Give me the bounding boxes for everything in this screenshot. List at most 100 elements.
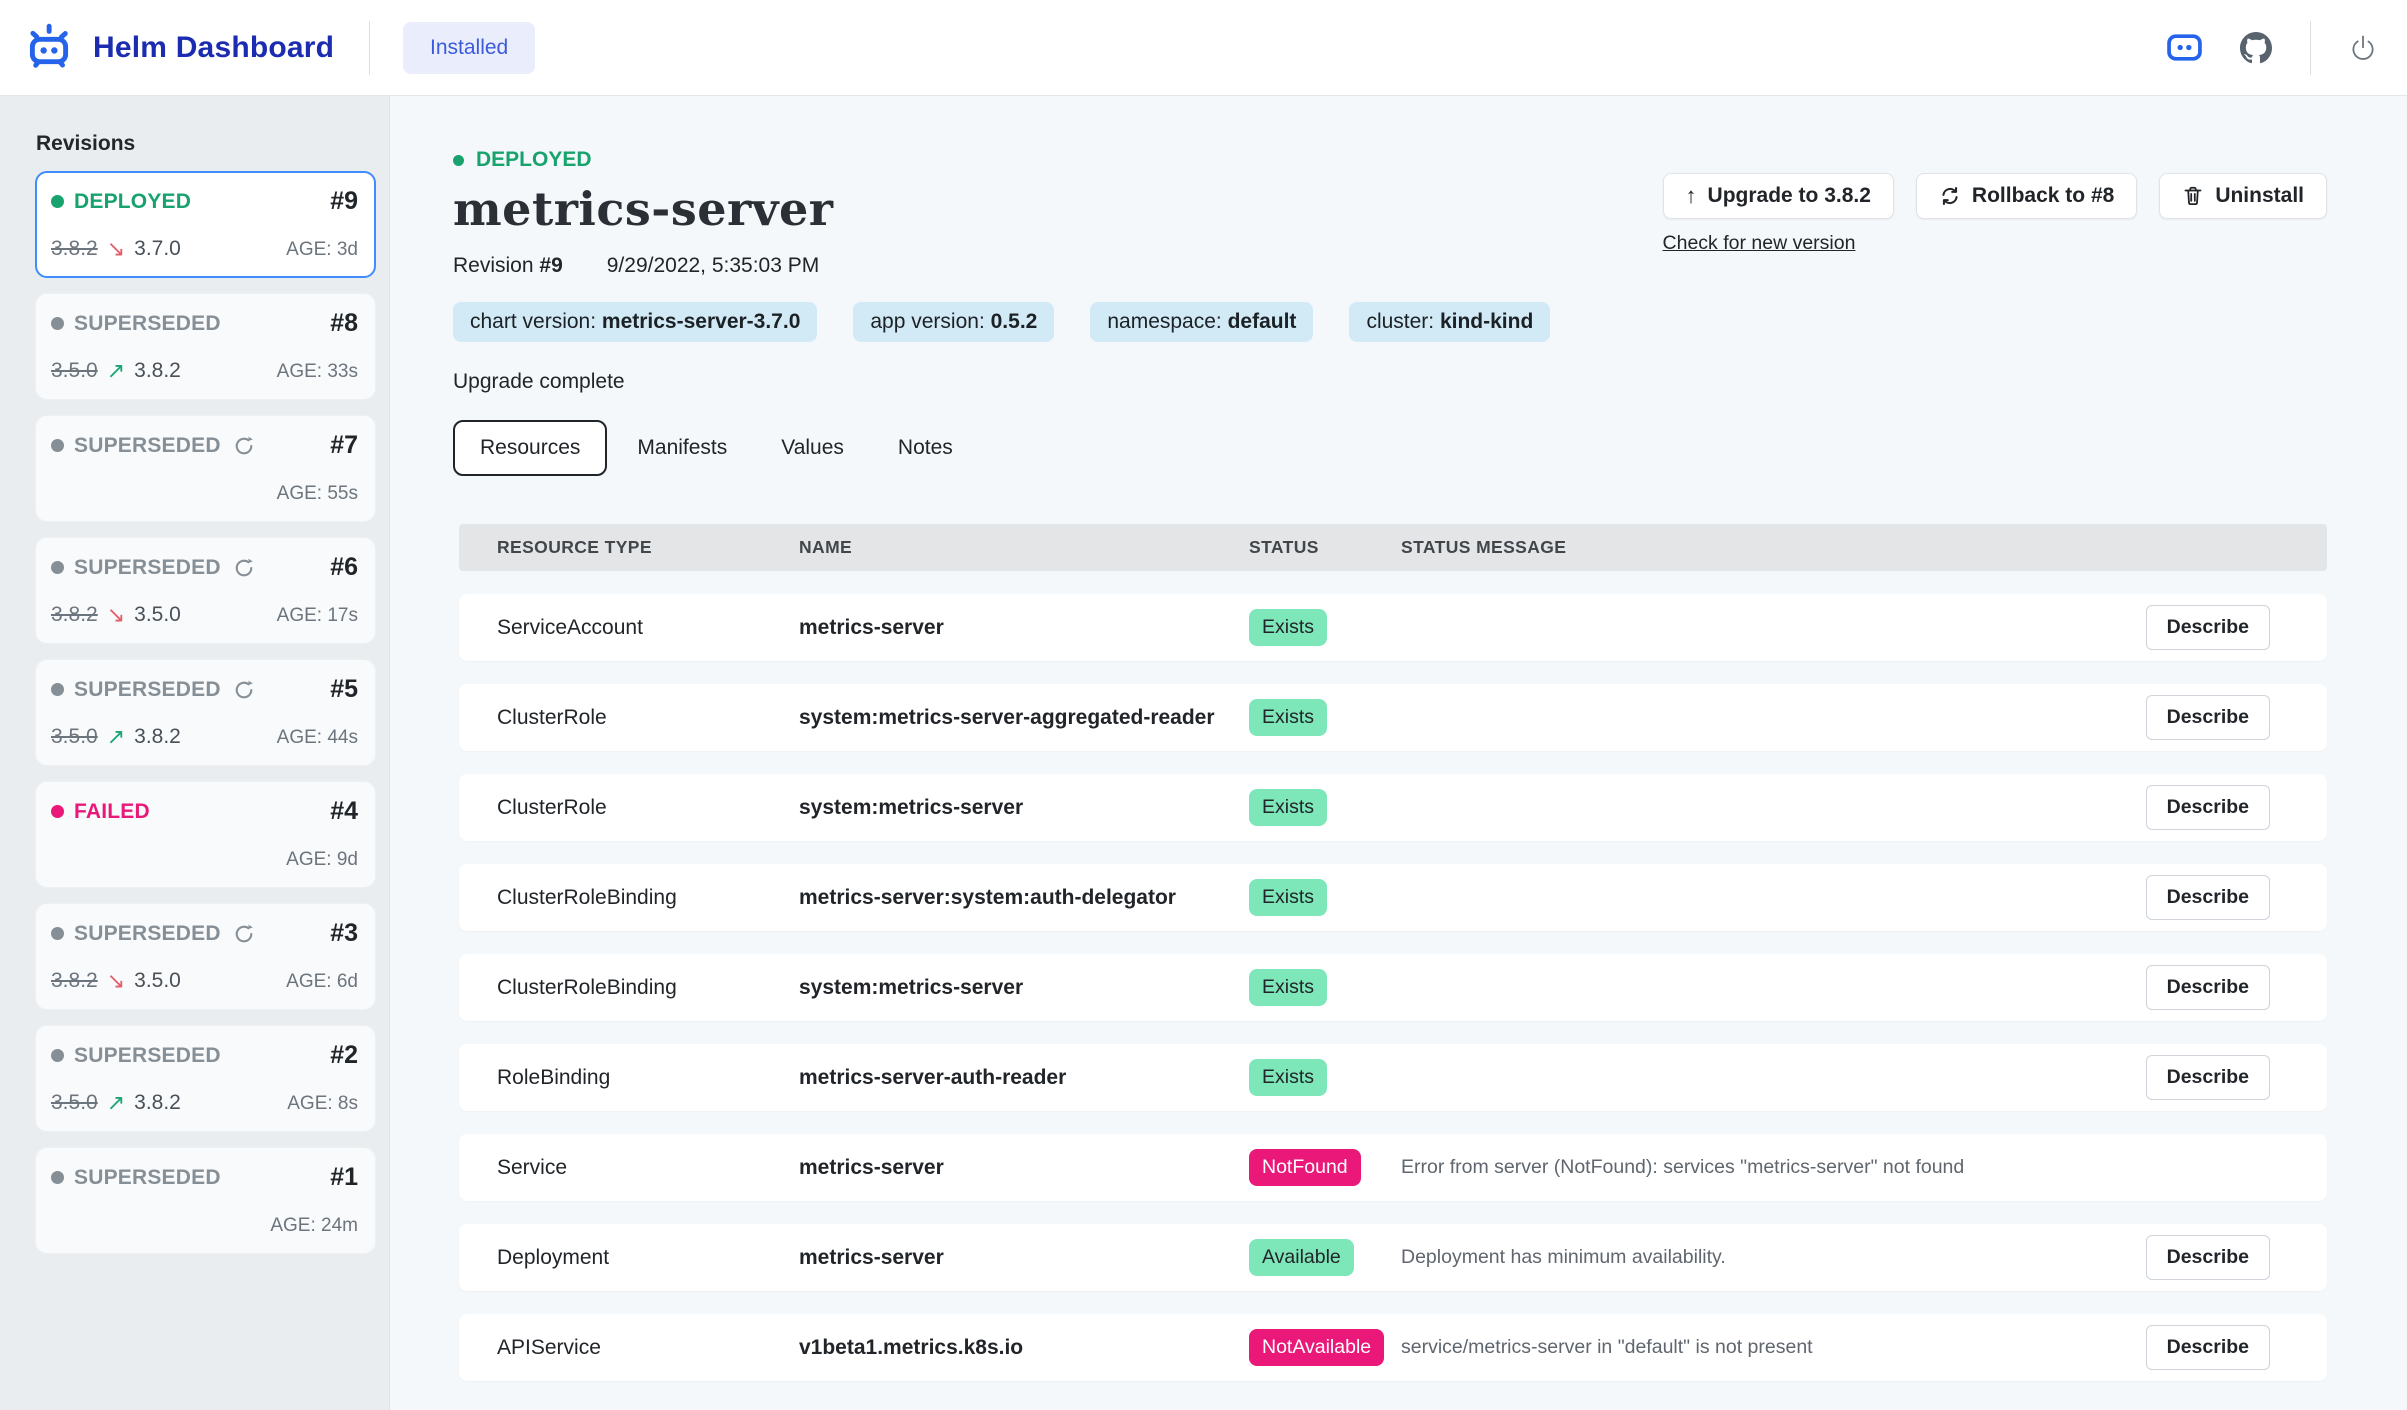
revision-card[interactable]: SUPERSEDED #7 AGE: 55s xyxy=(35,415,376,522)
rollback-button[interactable]: Rollback to #8 xyxy=(1916,173,2137,219)
version-arrow-icon: ↘ xyxy=(107,970,125,992)
resource-name: metrics-server xyxy=(799,1246,1249,1270)
version-change: 3.8.2 ↘ 3.5.0 xyxy=(51,969,181,993)
old-version: 3.5.0 xyxy=(51,359,98,383)
table-row: RoleBinding metrics-server-auth-reader E… xyxy=(459,1044,2327,1111)
revision-age: AGE: 17s xyxy=(277,605,358,627)
resources-table: RESOURCE TYPE NAME STATUS STATUS MESSAGE… xyxy=(459,524,2327,1381)
tab-resources[interactable]: Resources xyxy=(453,420,607,476)
release-info-badge: cluster: kind-kind xyxy=(1349,302,1550,342)
revision-status-dot-icon xyxy=(51,805,64,818)
revision-card[interactable]: SUPERSEDED #5 3.5.0 ↗ 3.8.2 AGE: 44s xyxy=(35,659,376,766)
resource-type: Service xyxy=(459,1156,799,1180)
revision-card[interactable]: SUPERSEDED #8 3.5.0 ↗ 3.8.2 AGE: 33s xyxy=(35,293,376,400)
revision-age: AGE: 44s xyxy=(277,727,358,749)
describe-button[interactable]: Describe xyxy=(2146,965,2270,1010)
release-badges: chart version: metrics-server-3.7.0 app … xyxy=(453,302,2327,342)
table-row: Deployment metrics-server Available Depl… xyxy=(459,1224,2327,1291)
describe-button[interactable]: Describe xyxy=(2146,695,2270,740)
revision-number: #6 xyxy=(330,553,358,582)
reload-icon xyxy=(231,679,255,701)
brand: Helm Dashboard xyxy=(0,19,369,77)
revision-status-label: SUPERSEDED xyxy=(74,312,221,336)
version-change: 3.5.0 ↗ 3.8.2 xyxy=(51,359,181,383)
describe-button[interactable]: Describe xyxy=(2146,875,2270,920)
status-badge: Exists xyxy=(1249,699,1327,736)
release-info-badge: app version: 0.5.2 xyxy=(853,302,1054,342)
revision-number: #7 xyxy=(330,431,358,460)
new-version: 3.8.2 xyxy=(134,725,181,749)
revision-age: AGE: 33s xyxy=(277,361,358,383)
describe-button[interactable]: Describe xyxy=(2146,1235,2270,1280)
revision-card[interactable]: FAILED #4 AGE: 9d xyxy=(35,781,376,888)
header-status-message: STATUS MESSAGE xyxy=(1401,537,2117,558)
release-status-label: DEPLOYED xyxy=(476,148,592,172)
old-version: 3.8.2 xyxy=(51,969,98,993)
version-arrow-icon: ↘ xyxy=(107,238,125,260)
release-status: DEPLOYED xyxy=(453,148,2327,172)
github-icon[interactable] xyxy=(2240,32,2272,64)
header-resource-type: RESOURCE TYPE xyxy=(459,537,799,558)
revision-number: #5 xyxy=(330,675,358,704)
release-actions: ↑ Upgrade to 3.8.2 Rollback to xyxy=(1663,173,2327,255)
old-version: 3.8.2 xyxy=(51,237,98,261)
table-row: Service metrics-server NotFound Error fr… xyxy=(459,1134,2327,1201)
revision-card[interactable]: SUPERSEDED #3 3.8.2 ↘ 3.5.0 AGE: 6d xyxy=(35,903,376,1010)
revision-number: #3 xyxy=(330,919,358,948)
revision-card[interactable]: SUPERSEDED #6 3.8.2 ↘ 3.5.0 AGE: 17s xyxy=(35,537,376,644)
revision-status-label: SUPERSEDED xyxy=(74,434,221,458)
revision-card[interactable]: DEPLOYED #9 3.8.2 ↘ 3.7.0 AGE: 3d xyxy=(35,171,376,278)
status-badge: Exists xyxy=(1249,609,1327,646)
revision-status-dot-icon xyxy=(51,1049,64,1062)
resource-type: ServiceAccount xyxy=(459,616,799,640)
power-icon[interactable] xyxy=(2349,34,2377,62)
tab-values[interactable]: Values xyxy=(754,420,871,476)
new-version: 3.8.2 xyxy=(134,1091,181,1115)
revision-age: AGE: 24m xyxy=(270,1215,358,1237)
new-version: 3.5.0 xyxy=(134,603,181,627)
revision-card[interactable]: SUPERSEDED #2 3.5.0 ↗ 3.8.2 AGE: 8s xyxy=(35,1025,376,1132)
status-badge: Exists xyxy=(1249,1059,1327,1096)
release-info-badge: chart version: metrics-server-3.7.0 xyxy=(453,302,817,342)
revision-status-dot-icon xyxy=(51,561,64,574)
resource-type: ClusterRoleBinding xyxy=(459,886,799,910)
version-change: 3.5.0 ↗ 3.8.2 xyxy=(51,725,181,749)
status-message: service/metrics-server in "default" is n… xyxy=(1401,1336,2117,1359)
revision-card[interactable]: SUPERSEDED #1 AGE: 24m xyxy=(35,1147,376,1254)
tab-manifests[interactable]: Manifests xyxy=(610,420,754,476)
old-version: 3.8.2 xyxy=(51,603,98,627)
new-version: 3.5.0 xyxy=(134,969,181,993)
revision-number: #4 xyxy=(330,797,358,826)
table-row: ClusterRole system:metrics-server-aggreg… xyxy=(459,684,2327,751)
version-arrow-icon: ↗ xyxy=(107,1092,125,1114)
uninstall-button[interactable]: Uninstall xyxy=(2159,173,2327,219)
revision-age: AGE: 55s xyxy=(277,483,358,505)
resource-name: metrics-server-auth-reader xyxy=(799,1066,1249,1090)
status-badge: NotAvailable xyxy=(1249,1329,1384,1366)
resource-type: RoleBinding xyxy=(459,1066,799,1090)
resource-type: ClusterRole xyxy=(459,796,799,820)
release-description: Upgrade complete xyxy=(453,370,2327,394)
describe-button[interactable]: Describe xyxy=(2146,785,2270,830)
table-row: APIService v1beta1.metrics.k8s.io NotAva… xyxy=(459,1314,2327,1381)
describe-button[interactable]: Describe xyxy=(2146,1325,2270,1370)
header-name: NAME xyxy=(799,537,1249,558)
robot-icon[interactable] xyxy=(2167,34,2202,61)
check-new-version-link[interactable]: Check for new version xyxy=(1663,232,1856,255)
nav-installed[interactable]: Installed xyxy=(403,22,535,74)
helm-dashboard-logo-icon xyxy=(23,19,75,77)
reload-icon xyxy=(231,557,255,579)
describe-button[interactable]: Describe xyxy=(2146,605,2270,650)
reload-icon xyxy=(231,435,255,457)
describe-button[interactable]: Describe xyxy=(2146,1055,2270,1100)
version-arrow-icon: ↘ xyxy=(107,604,125,626)
rollback-icon xyxy=(1939,185,1961,207)
tab-bar: Resources Manifests Values Notes xyxy=(453,420,2327,476)
revision-status-label: SUPERSEDED xyxy=(74,678,221,702)
version-arrow-icon: ↗ xyxy=(107,726,125,748)
upgrade-button[interactable]: ↑ Upgrade to 3.8.2 xyxy=(1663,173,1894,219)
status-badge: Exists xyxy=(1249,879,1327,916)
revision-number: #1 xyxy=(330,1163,358,1192)
tab-notes[interactable]: Notes xyxy=(871,420,980,476)
resource-name: metrics-server xyxy=(799,616,1249,640)
